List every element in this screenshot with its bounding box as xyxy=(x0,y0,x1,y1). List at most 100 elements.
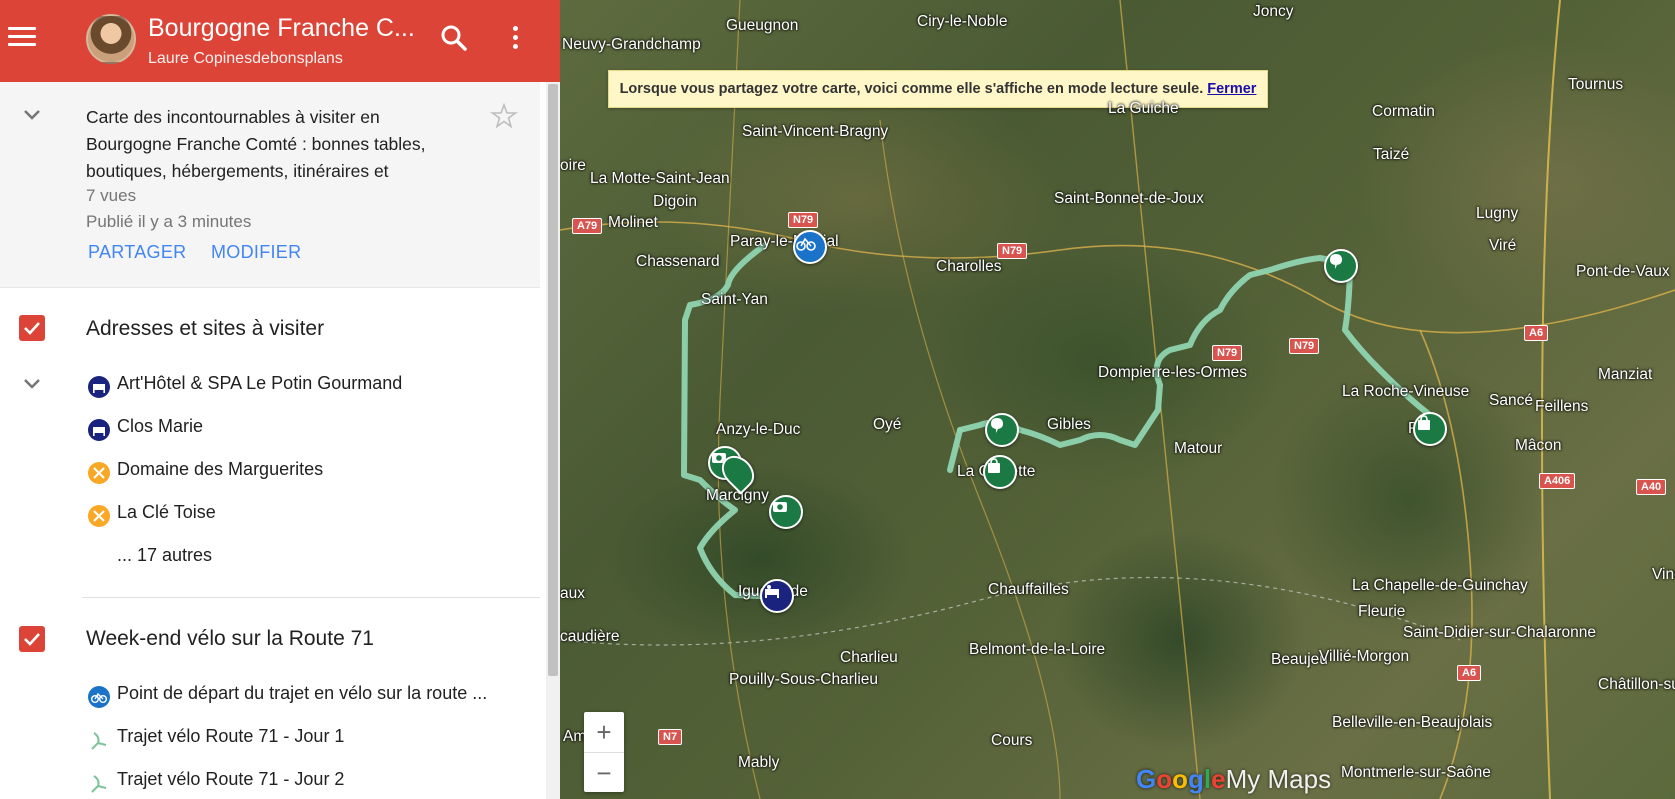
sidebar: Bourgogne Franche C... Laure Copinesdebo… xyxy=(0,0,560,799)
list-item-label: Trajet vélo Route 71 - Jour 1 xyxy=(117,726,345,746)
zoom-out-button[interactable]: − xyxy=(584,753,624,793)
town-label: Cours xyxy=(991,732,1033,749)
town-label: aux xyxy=(560,585,585,602)
road-sign: N7 xyxy=(658,729,683,745)
road-sign: N79 xyxy=(1212,345,1243,361)
map-author[interactable]: Laure Copinesdebonsplans xyxy=(148,50,343,68)
town-label: Mâcon xyxy=(1515,437,1562,454)
restaurant-icon xyxy=(88,462,110,484)
camera-pin-icon[interactable] xyxy=(769,495,803,529)
town-label: Dompierre-les-Ormes xyxy=(1098,364,1247,381)
view-count: 7 vues xyxy=(86,186,137,205)
shopping-pin-icon[interactable] xyxy=(983,455,1017,489)
more-items-label: ... 17 autres xyxy=(117,545,213,565)
zoom-control: + − xyxy=(584,712,624,792)
hotel-icon xyxy=(88,419,110,441)
share-button[interactable]: PARTAGER xyxy=(88,242,186,263)
town-label: Anzy-le-Duc xyxy=(716,421,801,438)
town-label: Châtillon-sur-Cha xyxy=(1598,676,1675,693)
town-label: Belleville-en-Beaujolais xyxy=(1332,714,1493,731)
scrollbar[interactable] xyxy=(548,84,558,676)
viewpoint-pin-icon[interactable] xyxy=(1324,249,1358,283)
hotel-icon xyxy=(88,376,110,398)
town-label: Tournus xyxy=(1568,76,1624,93)
chevron-down-icon[interactable] xyxy=(21,104,43,126)
close-banner-link[interactable]: Fermer xyxy=(1207,81,1256,97)
road-sign: A6 xyxy=(1457,665,1482,681)
logo-letter: o xyxy=(1156,764,1173,794)
search-icon[interactable] xyxy=(438,22,470,54)
edit-button[interactable]: MODIFIER xyxy=(211,242,301,263)
divider xyxy=(82,597,540,598)
town-label: Manziat xyxy=(1598,366,1653,383)
more-options-icon[interactable] xyxy=(505,22,525,54)
town-label: Saint-Vincent-Bragny xyxy=(742,123,889,140)
menu-icon[interactable] xyxy=(8,22,36,50)
town-label: Neuvy-Grandchamp xyxy=(562,36,701,53)
town-label: Mably xyxy=(738,754,780,771)
town-label: Digoin xyxy=(653,193,697,210)
layer-title[interactable]: Adresses et sites à visiter xyxy=(86,317,324,341)
list-item-label: La Clé Toise xyxy=(117,502,216,522)
town-label: Taizé xyxy=(1373,146,1410,163)
map-title: Bourgogne Franche C... xyxy=(148,14,415,42)
route-icon xyxy=(88,729,110,751)
town-label: Lugny xyxy=(1476,205,1519,222)
town-label: Cormatin xyxy=(1372,103,1435,120)
town-label: Fleurie xyxy=(1358,603,1406,620)
star-icon[interactable] xyxy=(490,102,518,130)
town-label: Belmont-de-la-Loire xyxy=(969,641,1106,658)
map-description-panel: Carte des incontournables à visiter en B… xyxy=(0,82,540,288)
list-item-label: Clos Marie xyxy=(117,416,204,436)
map-canvas[interactable]: Lorsque vous partagez votre carte, voici… xyxy=(560,0,1675,799)
logo-letter: o xyxy=(1172,764,1189,794)
town-label: Oyé xyxy=(873,416,902,433)
bicycle-pin-icon[interactable] xyxy=(793,230,827,264)
header-bar: Bourgogne Franche C... Laure Copinesdebo… xyxy=(0,0,560,82)
town-label: Chassenard xyxy=(636,253,720,270)
town-label: oire xyxy=(560,157,586,174)
avatar[interactable] xyxy=(86,14,136,64)
town-label: La Guiche xyxy=(1108,100,1179,117)
list-item-label: Art'Hôtel & SPA Le Potin Gourmand xyxy=(117,373,403,393)
town-label: Pouilly-Sous-Charlieu xyxy=(729,671,879,688)
road-sign: A6 xyxy=(1524,325,1549,341)
logo-letter: e xyxy=(1211,764,1226,794)
hotel-pin-icon[interactable] xyxy=(760,579,794,613)
viewpoint-pin-icon[interactable] xyxy=(985,413,1019,447)
google-my-maps-logo: GoogleMy Maps xyxy=(1136,764,1331,795)
chevron-down-icon[interactable] xyxy=(21,373,43,395)
town-label: Am xyxy=(563,728,587,745)
town-label: La Roche-Vineuse xyxy=(1342,383,1470,400)
banner-text: Lorsque vous partagez votre carte, voici… xyxy=(619,81,1204,97)
list-item-label: Point de départ du trajet en vélo sur la… xyxy=(117,683,488,703)
zoom-in-button[interactable]: + xyxy=(584,712,624,753)
layer-title[interactable]: Week-end vélo sur la Route 71 xyxy=(86,627,374,651)
town-label: caudière xyxy=(560,628,620,645)
town-label: Matour xyxy=(1174,440,1223,457)
shopping-pin-icon[interactable] xyxy=(1413,412,1447,446)
town-label: Gueugnon xyxy=(726,17,799,34)
town-label: Saint-Bonnet-de-Joux xyxy=(1054,190,1204,207)
road-sign: N79 xyxy=(997,243,1028,259)
road-sign: A79 xyxy=(572,218,603,234)
restaurant-icon xyxy=(88,505,110,527)
town-label: Pont-de-Vaux xyxy=(1576,263,1670,280)
list-item-label: Domaine des Marguerites xyxy=(117,459,324,479)
layer-checkbox[interactable] xyxy=(19,315,45,341)
town-label: Charlieu xyxy=(840,649,898,666)
road-sign: N79 xyxy=(788,212,819,228)
town-label: Saint-Yan xyxy=(701,291,768,308)
town-label: Chauffailles xyxy=(988,581,1069,598)
published-time: Publié il y a 3 minutes xyxy=(86,212,252,231)
town-label: Charolles xyxy=(936,258,1002,275)
town-label: La Motte-Saint-Jean xyxy=(590,170,730,187)
town-label: Joncy xyxy=(1253,3,1294,20)
town-label: La Chapelle-de-Guinchay xyxy=(1352,577,1528,594)
town-label: Sancé xyxy=(1489,392,1533,409)
town-label: Feillens xyxy=(1535,398,1589,415)
layer-checkbox[interactable] xyxy=(19,626,45,652)
route-icon xyxy=(88,772,110,794)
town-label: Gibles xyxy=(1047,416,1091,433)
list-item-label: Trajet vélo Route 71 - Jour 2 xyxy=(117,769,345,789)
